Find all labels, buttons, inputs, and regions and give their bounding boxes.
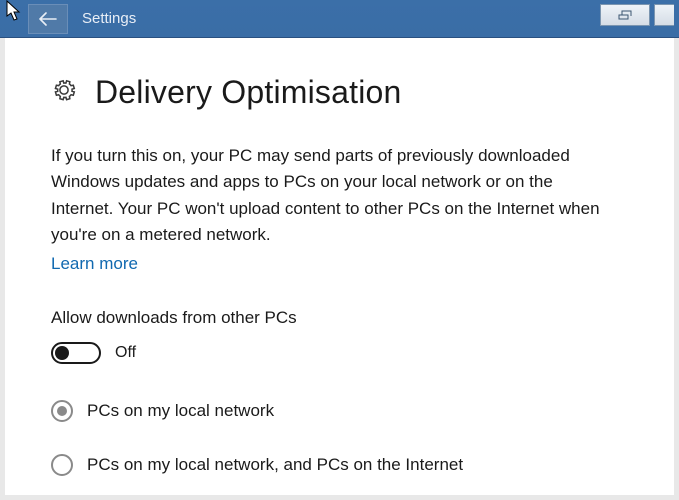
window-title: Settings [82,10,136,27]
page-description: If you turn this on, your PC may send pa… [51,143,611,248]
page-heading-row: Delivery Optimisation [51,74,634,111]
back-button[interactable] [28,4,68,34]
content-area: Delivery Optimisation If you turn this o… [5,38,674,495]
arrow-left-icon [39,12,57,26]
window-controls [600,4,674,26]
page-title: Delivery Optimisation [95,74,402,111]
learn-more-link[interactable]: Learn more [51,254,138,274]
toggle-row: Off [51,342,634,364]
allow-downloads-toggle[interactable] [51,342,101,364]
radio-label: PCs on my local network, and PCs on the … [87,455,463,475]
window-button-partial[interactable] [654,4,674,26]
radio-label: PCs on my local network [87,401,274,421]
allow-downloads-label: Allow downloads from other PCs [51,308,634,328]
toggle-state-label: Off [115,344,136,362]
restore-icon [618,10,632,20]
toggle-knob [55,346,69,360]
radio-button[interactable] [51,454,73,476]
radio-button[interactable] [51,400,73,422]
restore-down-button[interactable] [600,4,650,26]
gear-icon [51,77,77,108]
radio-option-local[interactable]: PCs on my local network [51,400,634,422]
radio-option-internet[interactable]: PCs on my local network, and PCs on the … [51,454,634,476]
titlebar: Settings [0,0,679,38]
radio-dot [57,406,67,416]
